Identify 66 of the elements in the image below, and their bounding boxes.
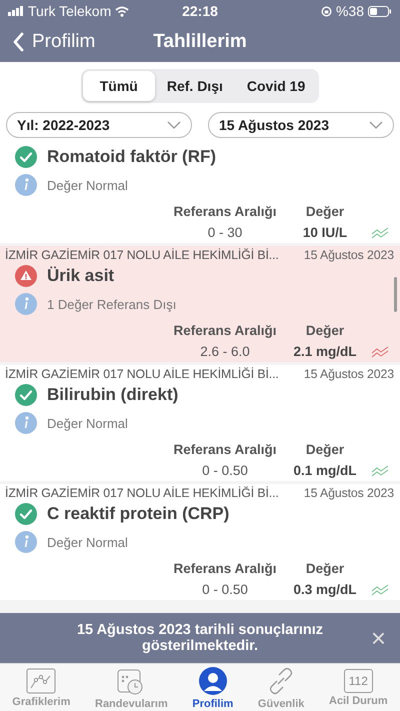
- wifi-icon: [115, 6, 130, 16]
- test-name: Ürik asit: [47, 266, 114, 286]
- notification-text: 15 Ağustos 2023 tarihli sonuçlarınız gösterilmektedir.: [76, 622, 324, 654]
- checkmark-icon: [15, 384, 37, 406]
- reference-range: 2.6 - 6.0: [199, 344, 251, 359]
- result-value: 2.1 mg/dL: [292, 344, 358, 359]
- battery-percent: %38: [336, 3, 364, 19]
- back-button[interactable]: Profilim: [0, 31, 96, 53]
- trend-icon[interactable]: [371, 226, 389, 238]
- reference-range: 0 - 0.50: [201, 582, 249, 597]
- chevron-down-icon: [369, 121, 383, 129]
- segment-tab[interactable]: Covid 19: [234, 71, 318, 101]
- result-date: 15 Ağustos 2023: [304, 367, 394, 381]
- battery-icon: [368, 6, 392, 16]
- carrier-name: Turk Telekom: [28, 3, 112, 19]
- checkmark-icon: [15, 146, 37, 168]
- clock-time: 22:18: [182, 3, 218, 19]
- reference-range: 0 - 0.50: [201, 463, 249, 478]
- result-value: 0.1 mg/dL: [292, 463, 358, 478]
- lab-name: İZMİR GAZİEMİR 017 NOLU AİLE HEKİMLİĞİ Bİ...: [5, 367, 279, 381]
- test-name: Bilirubin (direkt): [47, 385, 178, 405]
- reference-range: 0 - 30: [206, 225, 244, 240]
- test-name: Romatoid faktör (RF): [47, 147, 216, 167]
- result-date: 15 Ağustos 2023: [304, 486, 394, 500]
- column-header: Değer: [304, 561, 346, 576]
- column-header: Referans Aralığı: [172, 204, 278, 219]
- tab-bar-item[interactable]: Profilim: [192, 666, 234, 710]
- segment-tab[interactable]: Ref. Dışı: [154, 71, 235, 101]
- tab-bar-item[interactable]: 112 Acil Durum: [329, 668, 388, 706]
- trend-icon[interactable]: [371, 584, 389, 596]
- column-header: Değer: [304, 204, 346, 219]
- rotation-lock-icon: [320, 6, 332, 16]
- status-text: Değer Normal: [47, 534, 128, 550]
- chevron-down-icon: [167, 121, 181, 129]
- profile-icon: [198, 666, 228, 696]
- result-value: 0.3 mg/dL: [292, 582, 358, 597]
- close-button[interactable]: ×: [370, 622, 386, 654]
- status-text: Değer Normal: [47, 178, 128, 192]
- screen-title: Tahlillerim: [153, 31, 247, 53]
- column-header: Değer: [304, 442, 346, 457]
- signal-icon: [8, 6, 24, 16]
- emergency-number-icon: 112: [344, 668, 373, 692]
- trend-icon[interactable]: [371, 464, 389, 476]
- column-header: Referans Aralığı: [172, 323, 278, 338]
- status-text: Değer Normal: [47, 416, 128, 430]
- trend-icon[interactable]: [371, 346, 389, 358]
- column-header: Referans Aralığı: [172, 442, 278, 457]
- info-icon: [15, 293, 37, 315]
- status-text: 1 Değer Referans Dışı: [47, 296, 176, 312]
- warning-icon: [15, 265, 37, 287]
- test-name: C reaktif protein (CRP): [47, 504, 230, 524]
- result-value: 10 IU/L: [302, 225, 348, 240]
- column-header: Referans Aralığı: [172, 561, 278, 576]
- info-icon: [15, 174, 37, 196]
- dropdown[interactable]: 15 Ağustos 2023: [208, 112, 394, 138]
- lab-name: İZMİR GAZİEMİR 017 NOLU AİLE HEKİMLİĞİ Bİ...: [5, 486, 279, 500]
- checkmark-icon: [15, 503, 37, 525]
- dropdown[interactable]: Yıl: 2022-2023: [6, 112, 192, 138]
- segment-tab[interactable]: Tümü: [82, 71, 155, 101]
- column-header: Değer: [304, 323, 346, 338]
- chevron-left-icon: [12, 32, 24, 52]
- chart-icon: [26, 668, 56, 694]
- lab-name: İZMİR GAZİEMİR 017 NOLU AİLE HEKİMLİĞİ Bİ...: [5, 248, 279, 262]
- result-date: 15 Ağustos 2023: [304, 248, 394, 262]
- info-icon: [15, 531, 37, 553]
- info-icon: [15, 412, 37, 434]
